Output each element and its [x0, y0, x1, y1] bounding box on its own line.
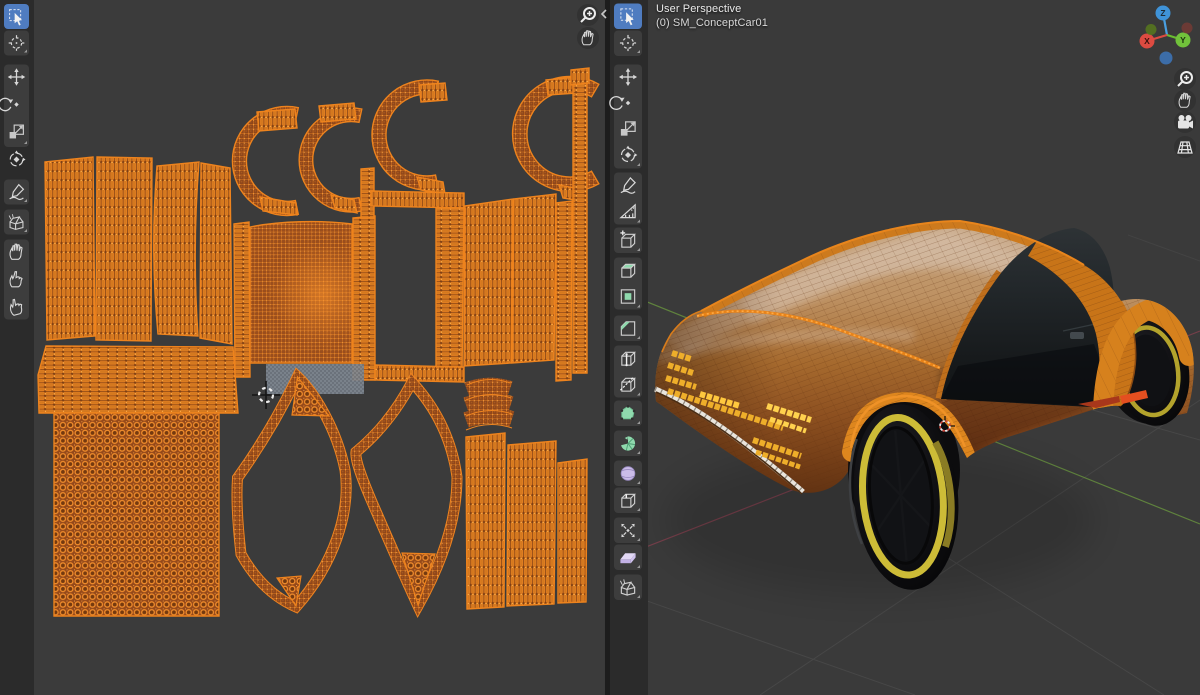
svg-text:Z: Z — [1160, 8, 1165, 18]
svg-text:Y: Y — [1180, 35, 1186, 45]
svg-text:X: X — [1144, 36, 1150, 46]
